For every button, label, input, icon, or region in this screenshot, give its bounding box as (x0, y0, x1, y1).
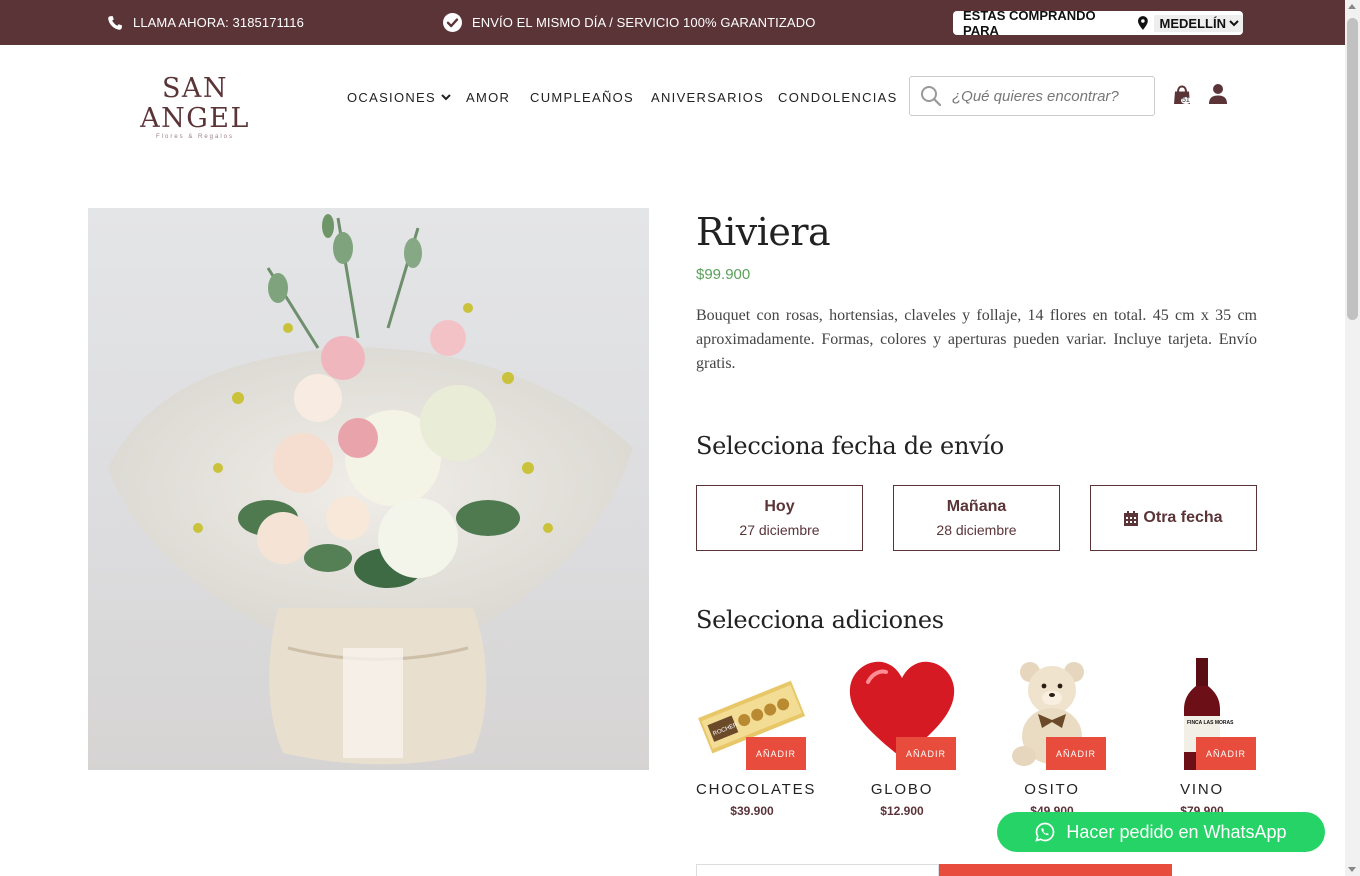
nav-amor[interactable]: AMOR (466, 88, 510, 106)
addon-chocolates-image[interactable]: ROCHER AÑADIR (696, 658, 808, 770)
addon-osito-name: OSITO (1024, 781, 1080, 798)
date-tomorrow-value: 28 diciembre (936, 522, 1017, 538)
add-osito-button[interactable]: AÑADIR (1046, 737, 1106, 770)
date-tomorrow-label: Mañana (946, 498, 1007, 515)
scroll-down-arrow-icon[interactable] (1348, 867, 1356, 872)
calendar-icon (1124, 510, 1139, 526)
map-pin-icon (1137, 16, 1148, 30)
date-today-label: Hoy (764, 498, 795, 515)
search-input[interactable] (952, 87, 1137, 105)
wine-label-text: FINCA LAS MORAS (1187, 720, 1234, 726)
date-option-other[interactable]: Otra fecha (1090, 485, 1257, 551)
quantity-field[interactable] (696, 864, 939, 876)
nav-aniversarios[interactable]: ANIVERSARIOS (651, 88, 764, 106)
nav-ocasiones[interactable]: OCASIONES (347, 88, 451, 106)
site-logo[interactable]: SAN ANGEL Flores & Regalos (110, 73, 280, 141)
nav-condolencias[interactable]: CONDOLENCIAS (778, 88, 898, 106)
phone-text: LLAMA AHORA: 3185171116 (133, 15, 304, 30)
addon-vino-name: VINO (1180, 781, 1224, 798)
logo-wordmark: SAN ANGEL (140, 73, 250, 134)
addon-vino: FINCA LAS MORAS AÑADIR VINO $79.900 (1146, 658, 1258, 818)
page-scrollbar[interactable] (1345, 0, 1360, 876)
search-box (909, 76, 1155, 116)
search-icon[interactable] (920, 85, 942, 107)
shipping-notice: ENVÍO EL MISMO DÍA / SERVICIO 100% GARAN… (443, 0, 815, 45)
top-bar: LLAMA AHORA: 3185171116 ENVÍO EL MISMO D… (0, 0, 1345, 45)
city-value: MEDELLÍN (1159, 15, 1226, 31)
addon-chocolates: ROCHER AÑADIR CHOCOLATES $39.900 (696, 658, 814, 818)
add-chocolates-button[interactable]: AÑADIR (746, 737, 806, 770)
addon-globo: AÑADIR GLOBO $12.900 (846, 658, 958, 818)
add-vino-button[interactable]: AÑADIR (1196, 737, 1256, 770)
phone-icon (108, 15, 122, 30)
addon-chocolates-price: $39.900 (730, 804, 774, 818)
city-dropdown[interactable]: MEDELLÍN (1153, 14, 1243, 32)
date-option-today[interactable]: Hoy 27 diciembre (696, 485, 863, 551)
product-title: Riviera (696, 210, 831, 254)
addon-osito-image[interactable]: AÑADIR (996, 658, 1108, 770)
call-now-link[interactable]: LLAMA AHORA: 3185171116 (107, 0, 304, 45)
scrollbar-thumb[interactable] (1347, 18, 1358, 320)
whatsapp-icon (1035, 822, 1055, 842)
date-today-value: 27 diciembre (739, 522, 820, 538)
scroll-up-arrow-icon[interactable] (1348, 4, 1356, 9)
addons-heading: Selecciona adiciones (696, 606, 944, 634)
product-image[interactable] (88, 208, 649, 770)
whatsapp-order-button[interactable]: Hacer pedido en WhatsApp (997, 812, 1325, 852)
date-option-tomorrow[interactable]: Mañana 28 diciembre (893, 485, 1060, 551)
buying-for-label: ESTAS COMPRANDO PARA (963, 8, 1096, 38)
delivery-date-heading: Selecciona fecha de envío (696, 432, 1004, 460)
user-account-icon[interactable] (1209, 84, 1227, 104)
product-description: Bouquet con rosas, hortensias, claveles … (696, 307, 1257, 372)
addon-osito: AÑADIR OSITO $49.900 (996, 658, 1108, 818)
addon-chocolates-name: CHOCOLATES (696, 781, 817, 798)
add-globo-button[interactable]: AÑADIR (896, 737, 956, 770)
nav-ocasiones-label: OCASIONES (347, 89, 436, 105)
nav-cumpleanos[interactable]: CUMPLEAÑOS (530, 88, 634, 106)
addon-globo-price: $12.900 (880, 804, 924, 818)
add-to-cart-button[interactable] (939, 864, 1172, 876)
city-selector-box: ESTAS COMPRANDO PARA MEDELLÍN (953, 8, 1243, 38)
whatsapp-label: Hacer pedido en WhatsApp (1066, 821, 1287, 842)
logo-tagline: Flores & Regalos (155, 134, 235, 140)
cart-count-badge: 51 (1181, 97, 1191, 104)
date-other-label: Otra fecha (1143, 509, 1223, 526)
chevron-down-icon (1229, 20, 1239, 27)
addon-globo-image[interactable]: AÑADIR (846, 658, 958, 770)
addon-vino-image[interactable]: FINCA LAS MORAS AÑADIR (1146, 658, 1258, 770)
check-circle-icon (443, 13, 462, 32)
bouquet-illustration (108, 214, 633, 765)
shipping-text: ENVÍO EL MISMO DÍA / SERVICIO 100% GARAN… (472, 15, 816, 30)
product-price: $99.900 (696, 266, 751, 283)
chevron-down-icon (441, 94, 451, 101)
addon-globo-name: GLOBO (870, 781, 934, 798)
